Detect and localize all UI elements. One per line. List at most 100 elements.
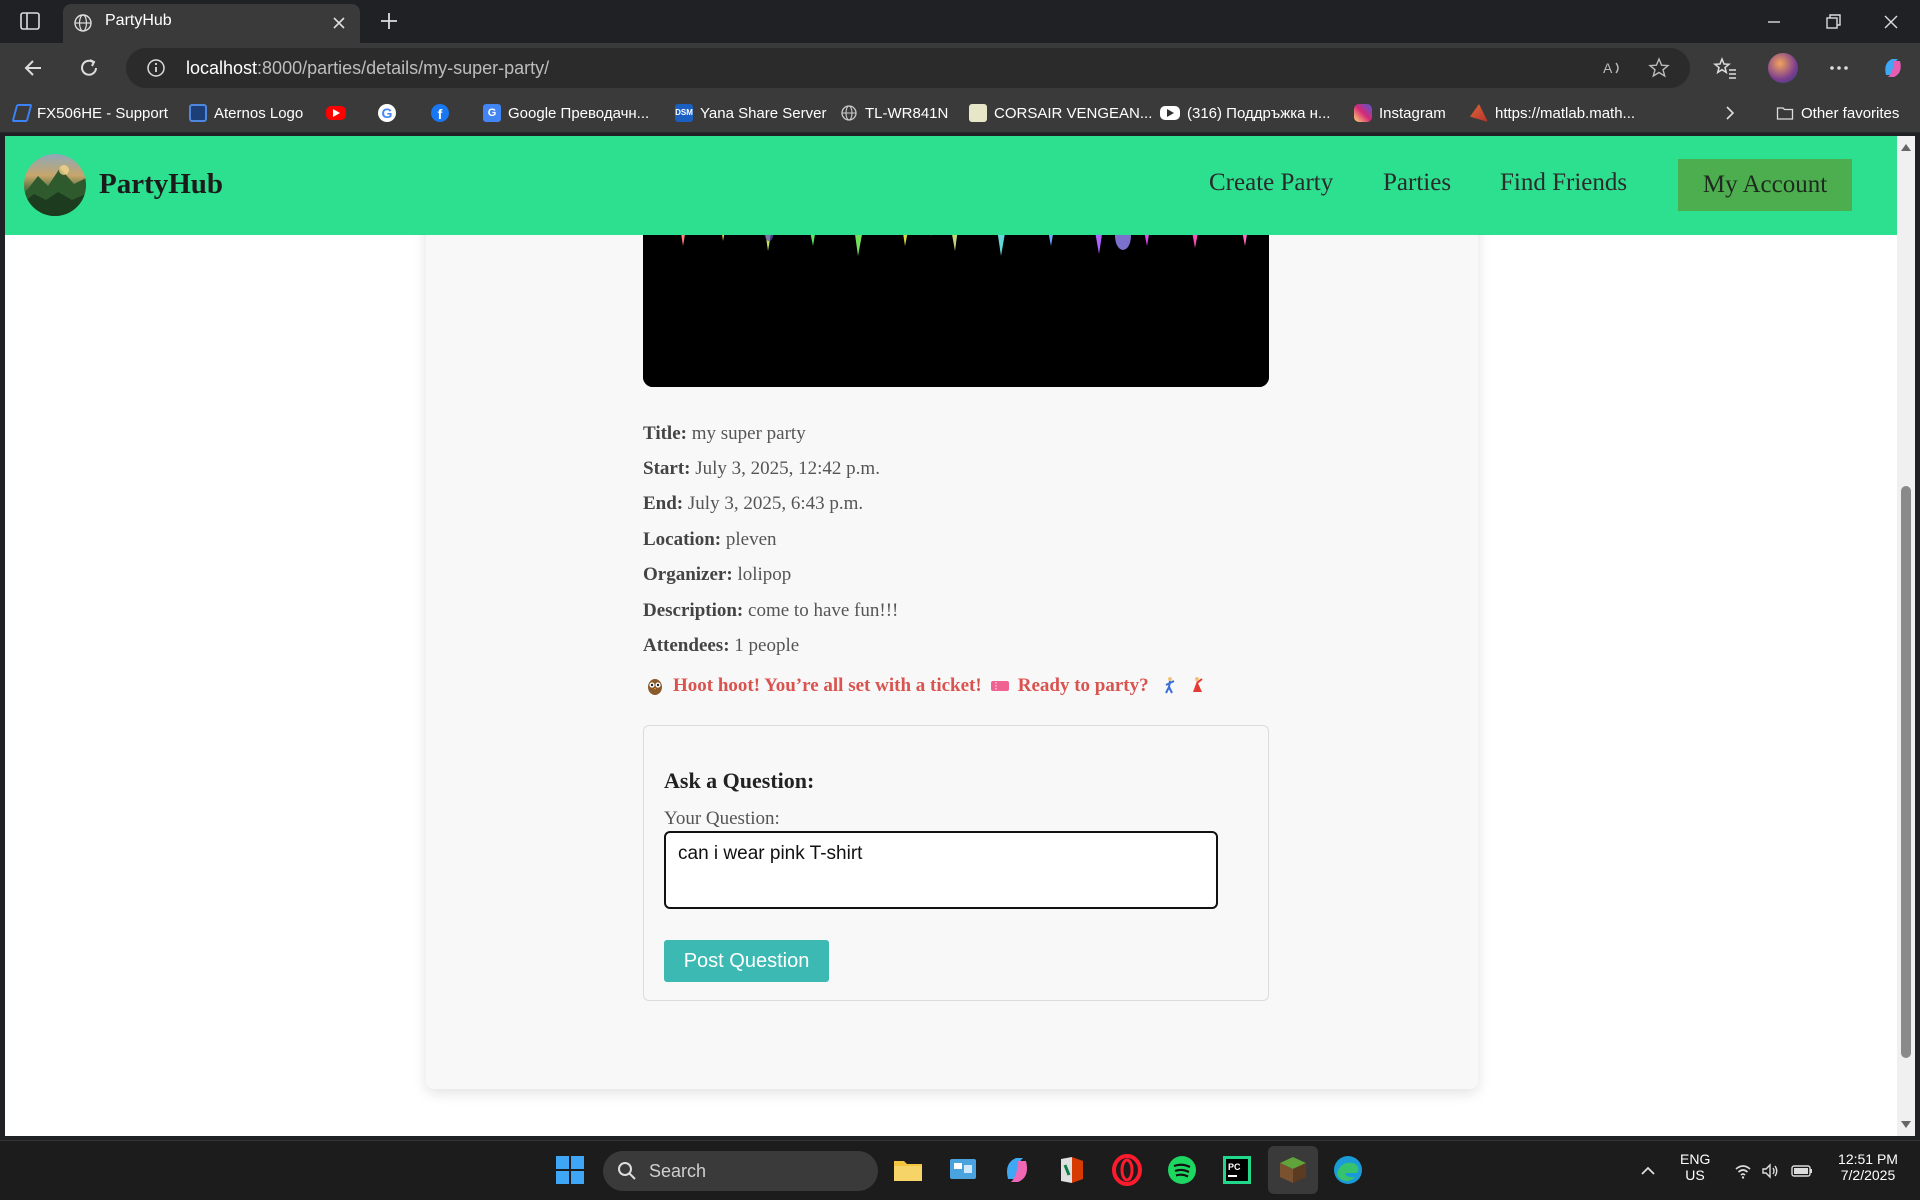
minimize-icon[interactable] bbox=[1760, 8, 1788, 36]
bookmark-item[interactable]: Aternos Logo bbox=[189, 102, 303, 124]
globe-icon bbox=[74, 14, 92, 32]
clock[interactable]: 12:51 PM 7/2/2025 bbox=[1828, 1151, 1908, 1183]
bookmark-item[interactable]: https://matlab.math... bbox=[1470, 102, 1635, 124]
question-label: Your Question: bbox=[664, 808, 780, 829]
bookmark-item[interactable]: G bbox=[378, 102, 403, 124]
window-close-icon[interactable] bbox=[1877, 8, 1905, 36]
language-indicator[interactable]: ENG US bbox=[1680, 1151, 1710, 1183]
dancing-man-icon bbox=[1164, 677, 1175, 694]
youtube-icon bbox=[326, 106, 346, 120]
wifi-icon[interactable] bbox=[1733, 1161, 1753, 1181]
owl-icon bbox=[648, 679, 662, 695]
tab-actions-icon[interactable] bbox=[18, 9, 42, 33]
bookmark-item[interactable]: TL-WR841N bbox=[840, 102, 948, 124]
youtube-icon bbox=[1160, 106, 1180, 120]
browser-tab-partyhub[interactable]: PartyHub bbox=[63, 4, 360, 43]
nav-create-party[interactable]: Create Party bbox=[1209, 169, 1333, 197]
battery-icon[interactable] bbox=[1790, 1161, 1814, 1181]
minecraft-icon[interactable] bbox=[1276, 1153, 1310, 1187]
mountain-logo-image bbox=[24, 165, 86, 216]
matlab-icon bbox=[1470, 104, 1488, 122]
control-panel-icon[interactable] bbox=[946, 1153, 980, 1187]
scroll-up-icon[interactable] bbox=[1900, 142, 1912, 152]
search-placeholder: Search bbox=[649, 1161, 707, 1181]
aternos-icon bbox=[189, 104, 207, 122]
taskbar-search[interactable]: Search bbox=[603, 1151, 878, 1191]
party-start-row: Start: July 3, 2025, 12:42 p.m. bbox=[643, 458, 880, 479]
party-end-row: End: July 3, 2025, 6:43 p.m. bbox=[643, 493, 864, 514]
bookmark-item[interactable]: G Google Преводачн... bbox=[483, 102, 649, 124]
site-navbar: PartyHub Create Party Parties Find Frien… bbox=[5, 136, 1897, 235]
party-description-row: Description: come to have fun!!! bbox=[643, 600, 899, 621]
profile-avatar[interactable] bbox=[1768, 53, 1798, 83]
dancing-woman-icon bbox=[1192, 677, 1203, 692]
copilot-icon[interactable] bbox=[1880, 55, 1906, 81]
restore-icon[interactable] bbox=[1819, 8, 1847, 36]
bookmark-item[interactable]: FX506HE - Support bbox=[11, 102, 168, 124]
opera-icon[interactable] bbox=[1110, 1153, 1144, 1187]
instagram-icon bbox=[1354, 104, 1372, 122]
brand-name[interactable]: PartyHub bbox=[99, 168, 223, 201]
favorites-icon[interactable] bbox=[1712, 55, 1738, 81]
ticket-confirmation-message: Hoot hoot! You’re all set with a ticket!… bbox=[645, 675, 1207, 697]
brand-logo[interactable] bbox=[24, 154, 86, 216]
svg-text:PC: PC bbox=[1228, 1162, 1241, 1172]
party-title-row: Title: my super party bbox=[643, 423, 806, 444]
close-icon[interactable] bbox=[330, 14, 348, 32]
corsair-icon bbox=[969, 104, 987, 122]
more-options-icon[interactable] bbox=[1826, 55, 1852, 81]
facebook-icon: f bbox=[431, 104, 449, 122]
windows-taskbar: Search PC ENG US 12:51 PM 7/2/2025 bbox=[0, 1140, 1920, 1200]
nav-parties[interactable]: Parties bbox=[1383, 169, 1451, 197]
office-app-icon[interactable] bbox=[1055, 1153, 1089, 1187]
ask-question-heading: Ask a Question: bbox=[664, 768, 815, 793]
volume-icon[interactable] bbox=[1760, 1161, 1780, 1181]
bookmark-item[interactable] bbox=[326, 102, 353, 124]
pycharm-icon[interactable]: PC bbox=[1220, 1153, 1254, 1187]
ticket-icon bbox=[990, 681, 1009, 691]
address-bar[interactable]: localhost:8000/parties/details/my-super-… bbox=[126, 48, 1690, 88]
question-textarea[interactable]: can i wear pink T-shirt bbox=[664, 831, 1218, 909]
nav-find-friends[interactable]: Find Friends bbox=[1500, 169, 1627, 197]
google-icon: G bbox=[378, 104, 396, 122]
svg-text:A: A bbox=[1603, 60, 1613, 76]
my-account-button[interactable]: My Account bbox=[1678, 159, 1852, 211]
party-attendees-row: Attendees: 1 people bbox=[643, 635, 800, 656]
ready-to-party-text: Ready to party? bbox=[1017, 675, 1149, 696]
chevron-up-icon[interactable] bbox=[1638, 1161, 1658, 1181]
scroll-down-icon[interactable] bbox=[1900, 1120, 1912, 1130]
post-question-button[interactable]: Post Question bbox=[664, 940, 829, 982]
bookmarks-bar: FX506HE - Support Aternos Logo G f G Goo… bbox=[0, 93, 1920, 133]
url-text: localhost:8000/parties/details/my-super-… bbox=[186, 58, 550, 78]
ticket-message-text: Hoot hoot! You’re all set with a ticket! bbox=[673, 675, 982, 696]
bookmark-item[interactable]: (316) Поддръжка н... bbox=[1160, 102, 1330, 124]
copilot-taskbar-icon[interactable] bbox=[1000, 1153, 1034, 1187]
browser-toolbar: localhost:8000/parties/details/my-super-… bbox=[0, 43, 1920, 93]
refresh-icon[interactable] bbox=[76, 55, 102, 81]
party-location-row: Location: pleven bbox=[643, 529, 777, 550]
windows-start-icon[interactable] bbox=[553, 1153, 587, 1187]
new-tab-icon[interactable] bbox=[378, 10, 400, 32]
dsm-icon: DSM bbox=[675, 104, 693, 122]
star-icon[interactable] bbox=[1648, 57, 1670, 79]
chevron-right-icon[interactable] bbox=[1720, 103, 1740, 123]
asus-icon bbox=[11, 104, 33, 122]
scrollbar-thumb[interactable] bbox=[1901, 486, 1911, 1058]
bookmark-item[interactable]: f bbox=[431, 102, 456, 124]
bookmark-item[interactable]: Instagram bbox=[1354, 102, 1446, 124]
tab-title: PartyHub bbox=[105, 12, 172, 29]
back-icon[interactable] bbox=[21, 55, 47, 81]
page-viewport: Title: my super party Start: July 3, 202… bbox=[5, 136, 1897, 1136]
other-favorites[interactable]: Other favorites bbox=[1776, 102, 1899, 124]
party-organizer-row: Organizer: lolipop bbox=[643, 564, 792, 585]
read-aloud-icon[interactable]: A bbox=[1601, 57, 1623, 79]
spotify-icon[interactable] bbox=[1165, 1153, 1199, 1187]
page-scrollbar[interactable] bbox=[1897, 136, 1915, 1136]
bookmark-item[interactable]: DSM Yana Share Server bbox=[675, 102, 826, 124]
folder-icon bbox=[1776, 107, 1794, 120]
edge-icon[interactable] bbox=[1331, 1153, 1365, 1187]
file-explorer-icon[interactable] bbox=[891, 1153, 925, 1187]
browser-tabstrip: PartyHub bbox=[0, 0, 1920, 43]
site-info-icon[interactable] bbox=[146, 58, 166, 78]
bookmark-item[interactable]: CORSAIR VENGEAN... bbox=[969, 102, 1152, 124]
